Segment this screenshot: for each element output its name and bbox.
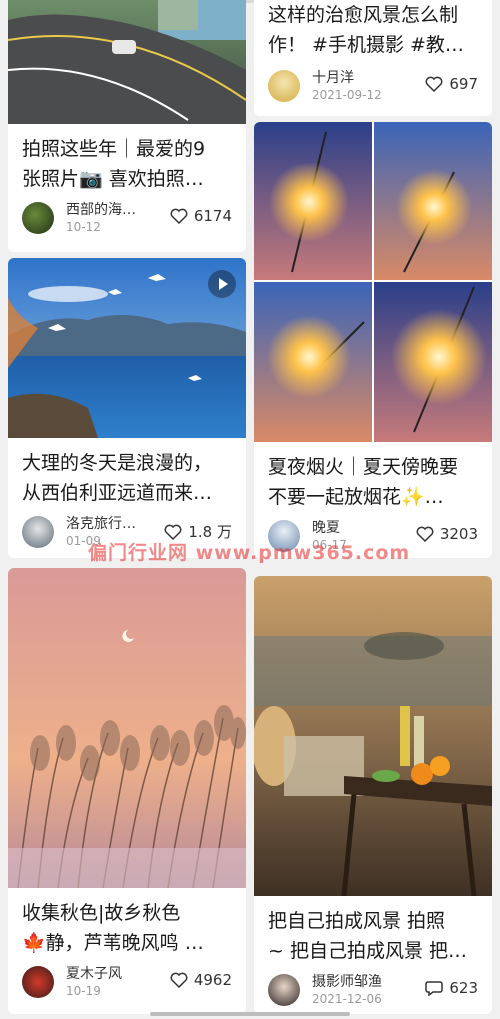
card-image-sparklers [254, 122, 492, 442]
card-author[interactable]: 晚夏 06-17 3203 [268, 516, 482, 556]
avatar [268, 974, 300, 1006]
card-title: 这样的治愈风景怎么制 作！ #手机摄影 #教… [268, 4, 464, 56]
post-date: 10-12 [66, 220, 101, 234]
feed-card-reeds[interactable]: 收集秋色|故乡秋色 🍁静，芦苇晚风鸣 … 夏木子风 10-19 4962 [8, 568, 246, 1014]
heart-icon [164, 524, 182, 540]
heart-icon [170, 208, 188, 224]
card-title: 收集秋色|故乡秋色 🍁静，芦苇晚风鸣 … [22, 902, 204, 954]
card-image-reeds [8, 568, 246, 888]
card-title: 大理的冬天是浪漫的， 从西伯利亚远道而来… [22, 452, 213, 504]
card-title: 夏夜烟火｜夏天傍晚要 不要一起放烟花✨… [268, 456, 459, 508]
author-name: 摄影师邹渔 [312, 974, 382, 990]
card-image-picnic [254, 576, 492, 896]
feed-card-road[interactable]: 拍照这些年｜最爱的9 张照片📷 喜欢拍照… 西部的海… 10-12 6174 [8, 0, 246, 252]
heart-icon [416, 526, 434, 542]
card-title: 把自己拍成风景 拍照 ~ 把自己拍成风景 把… [268, 910, 467, 962]
like-count: 6174 [193, 207, 232, 225]
feed-card-lake[interactable]: 大理的冬天是浪漫的， 从西伯利亚远道而来… 洛克旅行… 01-09 1.8 万 [8, 258, 246, 558]
like-count: 3203 [439, 525, 478, 543]
post-date: 2021-09-12 [312, 88, 382, 102]
post-date: 01-09 [66, 534, 101, 548]
comment-icon [425, 981, 444, 996]
comment-count: 623 [449, 979, 478, 997]
like-count: 4962 [193, 971, 232, 989]
feed-card-picnic[interactable]: 把自己拍成风景 拍照 ~ 把自己拍成风景 把… 摄影师邹渔 2021-12-06… [254, 576, 492, 1014]
like-button[interactable]: 3203 [416, 525, 478, 543]
play-icon [219, 278, 228, 290]
avatar [268, 520, 300, 552]
author-name: 十月洋 [312, 70, 354, 86]
card-author[interactable]: 十月洋 2021-09-12 697 [268, 66, 482, 106]
card-author[interactable]: 夏木子风 10-19 4962 [22, 962, 236, 1002]
card-title: 拍照这些年｜最爱的9 张照片📷 喜欢拍照… [22, 138, 206, 190]
heart-icon [170, 972, 188, 988]
author-name: 西部的海… [66, 202, 136, 218]
feed-card-sparklers[interactable]: 夏夜烟火｜夏天傍晚要 不要一起放烟花✨… 晚夏 06-17 3203 [254, 122, 492, 558]
card-author[interactable]: 西部的海… 10-12 6174 [22, 198, 236, 238]
video-play-badge [208, 270, 236, 298]
card-image-road [8, 0, 246, 124]
feed-card-tutorial[interactable]: 这样的治愈风景怎么制 作！ #手机摄影 #教… 十月洋 2021-09-12 6… [254, 0, 492, 116]
comment-button[interactable]: 623 [425, 979, 478, 997]
author-name: 洛克旅行… [66, 516, 136, 532]
like-button[interactable]: 697 [425, 75, 478, 93]
card-image-lake [8, 258, 246, 438]
heart-icon [425, 76, 443, 92]
author-name: 夏木子风 [66, 966, 122, 982]
like-button[interactable]: 6174 [170, 207, 232, 225]
avatar [22, 966, 54, 998]
like-count: 697 [449, 75, 478, 93]
avatar [22, 516, 54, 548]
avatar [268, 70, 300, 102]
post-date: 10-19 [66, 984, 101, 998]
card-author[interactable]: 洛克旅行… 01-09 1.8 万 [22, 512, 236, 552]
like-count: 1.8 万 [188, 523, 232, 541]
post-date: 06-17 [312, 538, 347, 552]
card-author[interactable]: 摄影师邹渔 2021-12-06 623 [268, 970, 482, 1010]
avatar [22, 202, 54, 234]
home-indicator [150, 1012, 350, 1016]
like-button[interactable]: 1.8 万 [164, 521, 232, 542]
post-date: 2021-12-06 [312, 992, 382, 1006]
like-button[interactable]: 4962 [170, 971, 232, 989]
author-name: 晚夏 [312, 520, 340, 536]
